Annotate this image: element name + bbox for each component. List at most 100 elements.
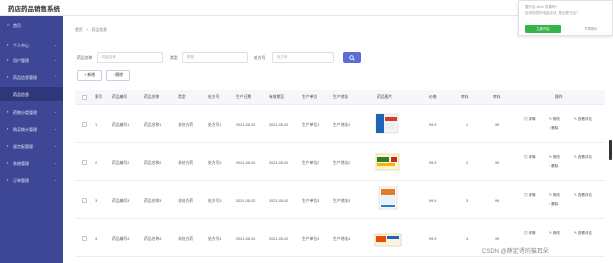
col-ops: 操作 [555,95,563,99]
grid-icon: ▪ [7,143,9,148]
add-button[interactable]: + 新增 [77,70,102,81]
search-button[interactable] [343,52,361,63]
sidebar-item-label: 药品信息管理 [13,75,37,80]
cell-made: 2021-05-02 [236,237,256,241]
cell-qty: 3 [466,199,469,203]
cell-addr: 生产地址1 [333,123,351,127]
cell-price: 99.9 [429,199,437,203]
col-image: 药品图片 [377,95,393,99]
cell-expiry: 2021-05-02 [269,161,289,165]
cell-qty: 1 [466,123,469,127]
chevron-up-icon: ⌃ [54,75,58,79]
type-input[interactable]: 类型 [182,52,248,63]
detail-button[interactable]: ▤ 详情 [524,117,535,122]
edit-label: 修改 [552,231,560,235]
breadcrumb-home[interactable]: 首页 [75,28,83,32]
cell-name: 药品名称4 [144,237,162,241]
cell-code: 药品编号1 [112,123,130,127]
sidebar-item-label: 留言板管理 [13,144,33,149]
grid-icon: ▪ [7,109,9,114]
row-delete-button[interactable]: ▫ 删除 [549,126,558,131]
cell-stock: 99 [495,199,500,203]
detail-label: 详情 [528,193,536,197]
edit-button[interactable]: ✎ 修改 [549,117,560,122]
cell-maker: 生产单位4 [302,237,320,241]
sidebar-subitem-drug-info[interactable]: 药品信息 [0,87,63,101]
cell-stock: 99 [495,123,500,127]
sidebar-item-category-mgmt[interactable]: ▪ 药物分类管理 ⌄ [0,105,63,119]
sidebar-item-home[interactable]: ⌂ 首页 [0,18,63,32]
row-checkbox[interactable] [82,236,87,241]
watermark: CSDN @薛定谔的猫耳朵 [482,249,549,255]
col-addr: 生产地址 [333,95,349,99]
chevron-down-icon: ⌄ [54,127,58,131]
popup-confirm-button[interactable]: 立即开启 [525,25,561,33]
sidebar-item-message-board[interactable]: ▪ 留言板管理 ⌄ [0,139,63,153]
cell-made: 2021-05-02 [236,199,256,203]
cell-index: 1 [95,123,98,127]
row-delete-label: 删除 [551,164,559,168]
chevron-down-icon: ⌄ [54,178,58,182]
cell-stock: 99 [495,161,500,165]
chevron-down-icon: ⌄ [54,144,58,148]
cell-index: 2 [95,161,98,165]
sidebar-item-orders[interactable]: ▪ 订单管理 ⌄ [0,173,63,187]
page-scrollbar[interactable] [609,140,612,160]
sidebar-item-users[interactable]: ▪ 用户管理 ⌄ [0,53,63,67]
row-delete-button[interactable]: ▫ 删除 [549,164,558,169]
review-button[interactable]: ✎ 查看评论 [574,193,592,198]
cell-maker: 生产单位1 [302,123,320,127]
cell-type: 非处方药 [178,123,194,127]
breadcrumb-separator: / [86,28,88,32]
col-name: 药品名称 [144,95,160,99]
detail-label: 详情 [528,117,536,121]
col-qty: 库存 [461,95,469,99]
edit-button[interactable]: ✎ 修改 [549,155,560,160]
grid-icon: ▪ [7,74,9,79]
row-checkbox[interactable] [82,122,87,127]
aero-prompt-popup: 要开启 Aero 效果吗? 检测到您的电脑支持, 是否要开启? 立即开启 不再提… [518,0,613,36]
table-header: 索引 药品编号 药品名称 类型 处方号 生产日期 有效期至 生产单位 生产地址 … [75,90,605,105]
cell-addr: 生产地址4 [333,237,351,241]
cell-code: 药品编号3 [112,199,130,203]
cell-code: 药品编号2 [112,161,130,165]
cell-price: 99.9 [429,161,437,165]
popup-cancel-button[interactable]: 不再提示 [573,25,609,33]
table-row: 3 药品编号3 药品名称3 非处方药 处方号3 2021-05-02 2021-… [75,181,605,219]
edit-label: 修改 [552,117,560,121]
review-button[interactable]: ✎ 查看评论 [574,155,592,160]
row-delete-button[interactable]: ▫ 删除 [549,202,558,207]
sidebar-item-drug-info-mgmt[interactable]: ▪ 药品信息管理 ⌃ [0,70,63,84]
cell-qty: 2 [466,161,469,165]
grid-icon: ▪ [7,177,9,182]
select-all-checkbox[interactable] [82,95,87,100]
detail-label: 详情 [528,231,536,235]
sidebar-item-label: 药品信息 [13,92,29,97]
cell-stock: 99 [495,237,500,241]
review-button[interactable]: ✎ 查看评论 [574,117,592,122]
sidebar-item-label: 系统管理 [13,161,29,166]
sidebar-item-profile[interactable]: ▪ 个人中心 ⌄ [0,38,63,52]
row-checkbox[interactable] [82,160,87,165]
users-icon: ▪ [7,57,9,62]
sidebar-item-purchase-stats[interactable]: ▪ 购买统计管理 ⌄ [0,122,63,136]
row-checkbox[interactable] [82,198,87,203]
chevron-down-icon: ⌄ [54,43,58,47]
table-row: 2 药品编号2 药品名称2 非处方药 处方号2 2021-05-02 2021-… [75,143,605,181]
col-expiry: 有效期至 [269,95,285,99]
edit-button[interactable]: ✎ 修改 [549,231,560,236]
drug-name-input[interactable]: 药品名称 [97,52,163,63]
delete-button[interactable]: ▫ 删除 [106,70,130,81]
edit-button[interactable]: ✎ 修改 [549,193,560,198]
cell-type: 非处方药 [178,237,194,241]
detail-button[interactable]: ▤ 详情 [524,155,535,160]
detail-button[interactable]: ▤ 详情 [524,193,535,198]
review-button[interactable]: ✎ 查看评论 [574,231,592,236]
popup-title: 要开启 Aero 效果吗? [525,5,558,9]
col-price: 价格 [429,95,437,99]
grid-icon: ▪ [7,126,9,131]
detail-button[interactable]: ▤ 详情 [524,231,535,236]
cell-qty: 4 [466,237,469,241]
sidebar-item-system[interactable]: ▪ 系统管理 ⌄ [0,156,63,170]
rx-number-input[interactable]: 处方号 [272,52,334,63]
